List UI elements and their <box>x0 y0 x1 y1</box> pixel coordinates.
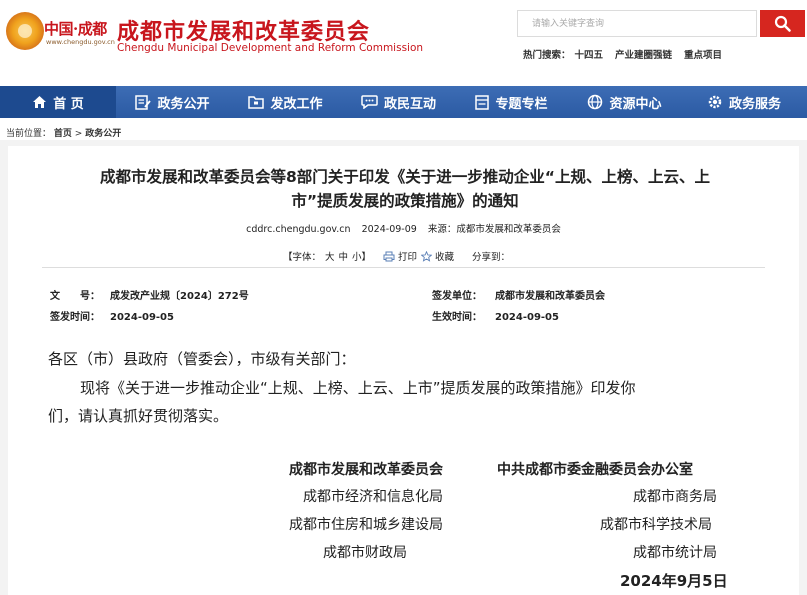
signer: 成都市科学技术局 <box>600 517 712 533</box>
document-edit-icon <box>135 94 152 110</box>
divider <box>42 267 765 268</box>
issue-date: 签发时间： 2024-09-05 <box>50 312 174 323</box>
signer: 成都市住房和城乡建设局 <box>289 517 443 533</box>
star-icon <box>421 250 433 262</box>
site-header: 中国·成都 www.chengdu.gov.cn 成都市发展和改革委员会 Che… <box>0 0 807 86</box>
article-meta: cddrc.chengdu.gov.cn 2024-09-09 来源：成都市发展… <box>0 221 807 235</box>
search-button[interactable] <box>760 10 805 37</box>
chengdu-logo-icon[interactable] <box>6 12 44 50</box>
salutation: 各区（市）县政府（管委会），市级有关部门： <box>48 350 356 368</box>
favorite-button[interactable]: 收藏 <box>421 249 454 263</box>
hot-search-item[interactable]: 产业建圈强链 <box>615 47 672 61</box>
font-size-large[interactable]: 大 <box>325 249 335 263</box>
article-site: cddrc.chengdu.gov.cn <box>246 224 351 235</box>
signer: 成都市商务局 <box>633 489 717 505</box>
share-label: 分享到： <box>472 252 511 263</box>
breadcrumb-current[interactable]: 政务公开 <box>85 129 121 139</box>
nav-item-services[interactable]: 政务服务 <box>681 86 807 118</box>
search-icon <box>774 15 791 32</box>
breadcrumb: 当前位置： 首页 > 政务公开 <box>6 126 121 139</box>
hot-search-item[interactable]: 重点项目 <box>684 47 722 61</box>
nav-item-home[interactable]: 首 页 <box>0 86 116 118</box>
body-paragraph-line2: 们，请认真抓好贯彻落实。 <box>48 407 229 425</box>
article-date: 2024-09-09 <box>361 224 417 235</box>
breadcrumb-label: 当前位置： <box>6 129 52 139</box>
folder-icon <box>248 96 265 109</box>
hot-search-label: 热门搜索： <box>523 50 571 61</box>
body-paragraph-line1: 现将《关于进一步推动企业“上规、上榜、上云、上市”提质发展的政策措施》印发你 <box>80 379 636 397</box>
logo-url: www.chengdu.gov.cn <box>46 38 115 46</box>
signer: 成都市经济和信息化局 <box>303 489 443 505</box>
sign-date: 2024年9月5日 <box>620 572 728 590</box>
signer: 成都市财政局 <box>323 545 407 561</box>
chat-icon <box>361 95 378 109</box>
article-source: 来源：成都市发展和改革委员会 <box>427 224 561 235</box>
breadcrumb-home[interactable]: 首页 <box>54 129 72 139</box>
hot-search-item[interactable]: 十四五 <box>575 47 604 61</box>
font-size-medium[interactable]: 中 <box>338 249 348 263</box>
printer-icon <box>383 251 395 261</box>
article-tools: 【字体： 大 中 小】 打印 收藏 分享到： <box>0 249 807 263</box>
gear-icon <box>708 95 722 109</box>
effective-date: 生效时间： 2024-09-05 <box>432 312 559 323</box>
nav-item-reform-work[interactable]: 发改工作 <box>229 86 342 118</box>
globe-icon <box>588 94 603 110</box>
search-input[interactable] <box>517 10 757 37</box>
hot-search: 热门搜索： 十四五 产业建圈强链 重点项目 <box>523 47 722 61</box>
font-size-small[interactable]: 小】 <box>352 249 371 263</box>
issuer: 签发单位： 成都市发展和改革委员会 <box>432 291 605 302</box>
signer: 中共成都市委金融委员会办公室 <box>497 462 693 478</box>
nav-item-topics[interactable]: 专题专栏 <box>455 86 568 118</box>
signer: 成都市发展和改革委员会 <box>289 462 443 478</box>
print-button[interactable]: 打印 <box>383 249 417 263</box>
nav-item-resources[interactable]: 资源中心 <box>568 86 681 118</box>
article-title: 成都市发展和改革委员会等8部门关于印发《关于进一步推动企业“上规、上榜、上云、上… <box>100 168 710 210</box>
site-title-en: Chengdu Municipal Development and Reform… <box>117 42 424 54</box>
home-icon <box>33 96 47 108</box>
main-nav: 首 页 政务公开 发改工作 政民互动 专题专栏 资源中心 政务服务 <box>0 86 807 118</box>
logo-text[interactable]: 中国·成都 <box>44 18 107 39</box>
column-icon <box>475 94 490 110</box>
doc-number: 文 号： 成发改产业规〔2024〕272号 <box>50 291 249 302</box>
signer: 成都市统计局 <box>633 545 717 561</box>
breadcrumb-separator: > <box>74 129 83 139</box>
font-size-label: 【字体： <box>282 252 321 263</box>
nav-item-gov-affairs[interactable]: 政务公开 <box>116 86 229 118</box>
nav-item-interaction[interactable]: 政民互动 <box>342 86 455 118</box>
